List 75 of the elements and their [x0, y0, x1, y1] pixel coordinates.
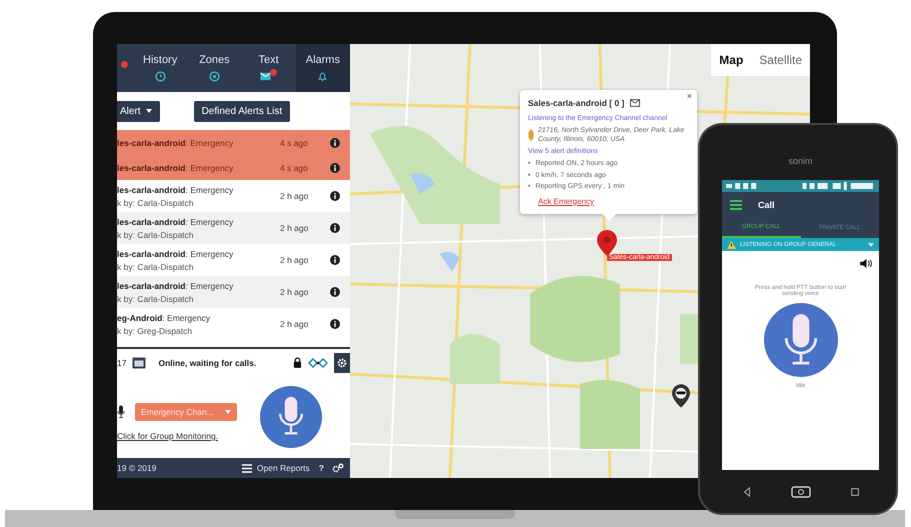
ack-text: k by: Carla-Dispatch: [117, 198, 195, 208]
group-monitoring-link[interactable]: Click for Group Monitoring.: [117, 431, 260, 441]
alert-time: 2 h ago: [280, 319, 310, 329]
info-icon[interactable]: [330, 287, 340, 297]
settings-button[interactable]: [334, 352, 350, 372]
alert-button[interactable]: Alert: [117, 100, 160, 122]
nav-tab[interactable]: Text: [242, 44, 296, 92]
bell-icon: [317, 71, 328, 82]
alert-text: les-carla-android: Emergency: [117, 216, 234, 226]
alert-text: les-carla-android: Emergency: [117, 248, 234, 258]
info-icon[interactable]: [330, 191, 340, 201]
info-icon[interactable]: [330, 319, 340, 329]
alert-row[interactable]: les-carla-android: Emergency 4 s ago: [117, 155, 350, 180]
park-area: [450, 334, 500, 384]
list-icon: [242, 464, 252, 472]
chevron-icon: [868, 242, 874, 246]
park-area: [580, 380, 640, 449]
status-number: 17: [117, 358, 126, 368]
ack-emergency-link[interactable]: Ack Emergency: [538, 196, 689, 206]
menu-icon[interactable]: [730, 200, 742, 210]
back-icon[interactable]: [742, 486, 752, 496]
microphone-icon: [117, 405, 125, 419]
nav-tab[interactable]: Alarms: [296, 44, 350, 92]
popup-title: Sales-carla-android [ 0 ]: [528, 98, 624, 108]
link-icon[interactable]: [308, 358, 328, 368]
ack-text: k by: Carla-Dispatch: [117, 230, 195, 240]
open-reports-link[interactable]: Open Reports: [256, 463, 310, 473]
envelope-icon[interactable]: [630, 99, 640, 107]
alert-time: 2 h ago: [280, 191, 310, 201]
info-icon[interactable]: [330, 138, 340, 148]
ack-text: k by: Carla-Dispatch: [117, 262, 195, 272]
alert-button[interactable]: Defined Alerts List: [194, 100, 290, 122]
alert-text: les-carla-android: Emergency: [117, 138, 234, 148]
close-button[interactable]: ×: [686, 91, 692, 101]
lake-area: [410, 172, 435, 194]
app-title: Call: [758, 200, 775, 210]
push-to-talk-button[interactable]: [260, 386, 322, 448]
info-icon[interactable]: [330, 162, 340, 172]
speaker-icon[interactable]: [860, 259, 873, 268]
gear-icon: [337, 358, 347, 368]
watch-icon: [528, 129, 534, 142]
envelope-icon: [260, 71, 272, 82]
ack-text: k by: Greg-Dispatch: [117, 326, 194, 336]
version-text: 19 © 2019: [117, 463, 158, 473]
status-message: Online, waiting for calls.: [158, 358, 258, 368]
alert-text: les-carla-android: Emergency: [117, 280, 234, 290]
recents-icon[interactable]: [850, 486, 860, 496]
warning-icon: [727, 240, 736, 248]
alert-time: 2 h ago: [280, 287, 310, 297]
brand-logo: sonim: [788, 156, 812, 166]
ack-text: k by: Carla-Dispatch: [117, 294, 195, 304]
alert-time: 2 h ago: [280, 255, 310, 265]
alert-row[interactable]: les-carla-android: Emergency k by: Carla-Dispatch 2 h ago: [117, 276, 350, 308]
gears-icon[interactable]: [332, 463, 344, 473]
home-icon[interactable]: [790, 486, 810, 498]
alert-text: les-carla-android: Emergency: [117, 162, 234, 172]
map-pin-icon[interactable]: [672, 384, 690, 408]
alert-row[interactable]: les-carla-android: Emergency k by: Carla-Dispatch 2 h ago: [117, 212, 350, 244]
target-icon: [208, 71, 220, 82]
clock-icon: [154, 71, 166, 82]
info-icon[interactable]: [330, 223, 340, 233]
help-link[interactable]: ?: [318, 463, 324, 473]
alert-row[interactable]: les-carla-android: Emergency 4 s ago: [117, 130, 350, 155]
alert-time: 4 s ago: [280, 138, 309, 148]
lake-area: [440, 252, 460, 272]
alert-time: 2 h ago: [280, 223, 310, 233]
nav-tab[interactable]: History: [133, 44, 188, 92]
alert-text: les-carla-android: Emergency: [117, 184, 234, 194]
alert-text: eg-Android: Emergency: [117, 312, 212, 322]
alert-time: 4 s ago: [280, 162, 309, 172]
push-to-talk-button[interactable]: [764, 303, 838, 377]
calendar-icon[interactable]: [132, 356, 146, 368]
caret-icon: [225, 410, 231, 414]
info-icon[interactable]: [330, 255, 340, 265]
nav-tab[interactable]: Zones: [187, 44, 242, 92]
